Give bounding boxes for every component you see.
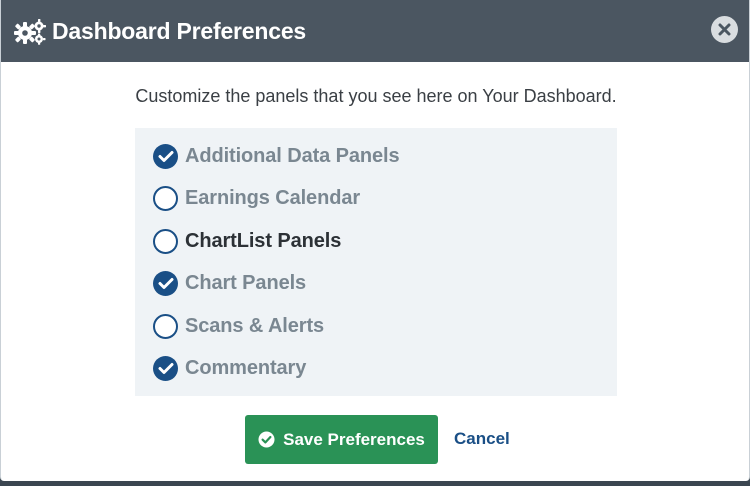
option-scans-alerts[interactable]: Scans & Alerts [153,311,593,341]
option-additional-data-panels[interactable]: Additional Data Panels [153,141,593,171]
unchecked-circle-icon[interactable] [153,313,178,339]
option-label: Earnings Calendar [185,186,361,209]
option-chartlist-panels[interactable]: ChartList Panels [153,226,593,256]
check-circle-icon [258,431,275,448]
preferences-dialog: Dashboard Preferences Customize the pane… [0,0,750,481]
option-label: Chart Panels [185,271,307,294]
option-label: Scans & Alerts [185,314,325,337]
checked-circle-icon[interactable] [153,143,178,169]
option-label: Additional Data Panels [185,144,400,167]
cancel-link[interactable]: Cancel [454,429,510,449]
save-button-label: Save Preferences [283,429,425,449]
gears-icon [14,19,46,45]
dialog-title: Dashboard Preferences [52,18,307,44]
option-commentary[interactable]: Commentary [153,353,593,383]
checked-circle-icon[interactable] [153,355,178,381]
checked-circle-icon[interactable] [153,270,178,296]
unchecked-circle-icon[interactable] [153,228,178,254]
close-button[interactable] [711,16,738,43]
dialog-intro: Customize the panels that you see here o… [135,86,617,106]
save-preferences-button[interactable]: Save Preferences [245,415,438,464]
option-chart-panels[interactable]: Chart Panels [153,268,593,298]
dialog-header: Dashboard Preferences [1,0,749,62]
unchecked-circle-icon[interactable] [153,185,178,211]
panel-options-list: Additional Data Panels Earnings Calendar… [135,128,617,396]
close-icon [718,23,731,36]
option-label: ChartList Panels [185,229,342,252]
option-earnings-calendar[interactable]: Earnings Calendar [153,183,593,213]
option-label: Commentary [185,356,307,379]
